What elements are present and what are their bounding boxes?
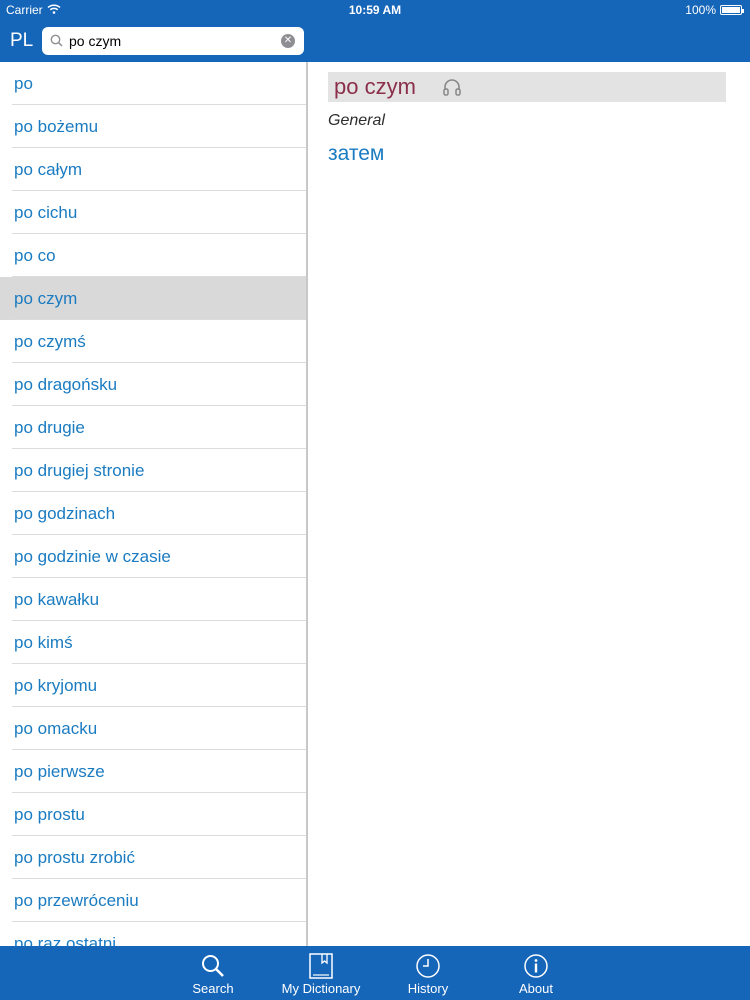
list-item[interactable]: po pierwsze [0,750,306,793]
tab-my-dictionary[interactable]: My Dictionary [271,946,371,1000]
list-item[interactable]: po prostu zrobić [0,836,306,879]
battery-percent: 100% [685,3,716,17]
list-item[interactable]: po cichu [0,191,306,234]
list-item[interactable]: po drugiej stronie [0,449,306,492]
word-list[interactable]: po po bożemu po całym po cichu po co po czym p… [0,62,306,946]
category-label: General [328,112,385,129]
book-icon [271,953,371,979]
search-icon [50,34,63,52]
info-icon [486,953,586,979]
tab-search[interactable]: Search [163,946,263,1000]
list-item[interactable]: po kryjomu [0,664,306,707]
tab-label: About [519,981,553,996]
tab-label: Search [192,981,234,996]
list-item[interactable]: po przewróceniu [0,879,306,922]
list-item[interactable]: po kawałku [0,578,306,621]
language-selector[interactable]: PL [10,30,33,52]
list-item[interactable]: po kimś [0,621,306,664]
battery-group: 100% [685,3,744,17]
list-item[interactable]: po [0,62,306,105]
tab-label: History [407,981,449,996]
detail-pane: po czym General затем [308,62,750,946]
headphones-icon[interactable] [442,78,462,101]
clock-time: 10:59 AM [348,3,402,17]
translation-link[interactable]: затем [328,142,384,166]
list-item[interactable]: po prostu [0,793,306,836]
list-item[interactable]: po godzinach [0,492,306,535]
search-icon [163,953,263,979]
search-box[interactable]: ✕ [42,27,304,55]
tab-history[interactable]: History [378,946,478,1000]
search-input[interactable] [69,31,274,51]
tab-bar: Search My Dictionary History About [0,946,750,1000]
clear-search-icon[interactable]: ✕ [281,34,295,48]
headword: po czym [334,74,416,99]
list-item[interactable]: po drugie [0,406,306,449]
list-item[interactable]: po całym [0,148,306,191]
list-item[interactable]: po raz ostatni [0,922,306,946]
tab-about[interactable]: About [486,946,586,1000]
list-item[interactable]: po dragońsku [0,363,306,406]
clock-icon [378,953,478,979]
list-item[interactable]: po czym [0,277,306,320]
battery-icon [720,5,744,15]
list-item[interactable]: po bożemu [0,105,306,148]
list-item[interactable]: po czymś [0,320,306,363]
list-item[interactable]: po omacku [0,707,306,750]
top-bar: Carrier 10:59 AM 100% PL ✕ [0,0,750,62]
list-item[interactable]: po godzinie w czasie [0,535,306,578]
status-bar: Carrier 10:59 AM 100% [0,0,750,20]
list-item[interactable]: po co [0,234,306,277]
headword-bar: po czym [328,72,726,102]
tab-label: My Dictionary [281,981,361,996]
